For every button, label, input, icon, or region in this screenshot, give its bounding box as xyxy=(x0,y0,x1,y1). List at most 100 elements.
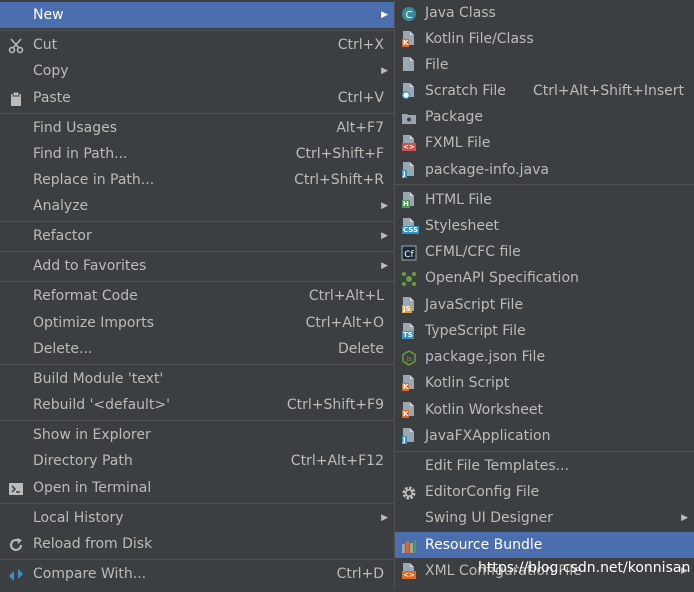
submenu-item-edit-file-templates[interactable]: Edit File Templates... xyxy=(395,453,694,479)
submenu-item-file[interactable]: File xyxy=(395,52,694,78)
menu-item-paste[interactable]: Paste Ctrl+V xyxy=(0,85,394,111)
menu-item-label: FXML File xyxy=(425,135,491,151)
menu-item-label: Swing UI Designer xyxy=(425,510,553,526)
submenu-arrow-icon: ▶ xyxy=(381,10,388,20)
menu-item-rebuild[interactable]: Rebuild '<default>' Ctrl+Shift+F9 xyxy=(0,392,394,418)
menu-item-label: JavaFXApplication xyxy=(425,428,551,444)
submenu-arrow-icon: ▶ xyxy=(381,66,388,76)
menu-item-build-module[interactable]: Build Module 'text' xyxy=(0,366,394,392)
menu-item-label: Reformat Code xyxy=(33,288,138,304)
shortcut-label: Ctrl+Alt+F12 xyxy=(290,453,384,469)
menu-item-label: Java Class xyxy=(425,5,496,21)
submenu-item-html-file[interactable]: H HTML File xyxy=(395,187,694,213)
shortcut-label: Ctrl+V xyxy=(337,90,384,106)
menu-item-label: TypeScript File xyxy=(425,323,526,339)
menu-item-compare-with[interactable]: Compare With... Ctrl+D xyxy=(0,561,394,587)
submenu-arrow-icon: ▶ xyxy=(381,201,388,211)
menu-item-label: Cut xyxy=(33,37,58,53)
separator xyxy=(395,451,694,452)
separator xyxy=(0,420,394,421)
package-info-icon: J xyxy=(401,162,417,178)
menu-item-label: Kotlin Script xyxy=(425,375,510,391)
menu-item-label: Stylesheet xyxy=(425,218,500,234)
submenu-item-swing-ui-designer[interactable]: Swing UI Designer ▶ xyxy=(395,505,694,531)
html-file-icon: H xyxy=(401,192,417,208)
menu-item-label: Kotlin File/Class xyxy=(425,31,534,47)
menu-item-label: EditorConfig File xyxy=(425,484,540,500)
kotlin-script-icon: K xyxy=(401,375,417,391)
cfml-file-icon: Cf xyxy=(401,244,417,261)
separator xyxy=(0,559,394,560)
menu-item-label: Kotlin Worksheet xyxy=(425,402,543,418)
menu-item-label: New xyxy=(33,7,64,23)
submenu-item-javafx-application[interactable]: J JavaFXApplication xyxy=(395,423,694,449)
submenu-arrow-icon: ▶ xyxy=(381,513,388,523)
menu-item-add-to-favorites[interactable]: Add to Favorites ▶ xyxy=(0,253,394,279)
menu-item-new[interactable]: New ▶ xyxy=(0,2,394,28)
menu-item-replace-in-path[interactable]: Replace in Path... Ctrl+Shift+R xyxy=(0,167,394,193)
submenu-item-fxml-file[interactable]: <> FXML File xyxy=(395,130,694,156)
javascript-file-icon: JS xyxy=(401,297,417,313)
menu-item-label: JavaScript File xyxy=(425,297,524,313)
submenu-item-typescript-file[interactable]: TS TypeScript File xyxy=(395,318,694,344)
menu-item-label: Directory Path xyxy=(33,453,133,469)
menu-item-reload-from-disk[interactable]: Reload from Disk xyxy=(0,531,394,557)
menu-item-label: Replace in Path... xyxy=(33,172,155,188)
reload-icon xyxy=(8,536,24,552)
submenu-item-scratch-file[interactable]: ● Scratch File Ctrl+Alt+Shift+Insert xyxy=(395,78,694,104)
menu-item-label: Scratch File xyxy=(425,83,506,99)
menu-item-open-in-terminal[interactable]: Open in Terminal xyxy=(0,475,394,501)
submenu-item-cfml-file[interactable]: Cf CFML/CFC file xyxy=(395,239,694,265)
submenu-item-kotlin-worksheet[interactable]: K Kotlin Worksheet xyxy=(395,397,694,423)
submenu-item-kotlin-script[interactable]: K Kotlin Script xyxy=(395,370,694,396)
shortcut-label: Delete xyxy=(338,341,384,357)
submenu-item-java-class[interactable]: C Java Class xyxy=(395,0,694,26)
submenu-item-openapi[interactable]: OpenAPI Specification xyxy=(395,265,694,291)
submenu-item-package[interactable]: Package xyxy=(395,104,694,130)
submenu-item-package-json[interactable]: js package.json File xyxy=(395,344,694,370)
scissors-icon xyxy=(8,37,24,54)
menu-item-label: package.json File xyxy=(425,349,546,365)
menu-item-label: Resource Bundle xyxy=(425,537,543,553)
separator xyxy=(0,221,394,222)
menu-item-local-history[interactable]: Local History ▶ xyxy=(0,505,394,531)
submenu-item-javascript-file[interactable]: JS JavaScript File xyxy=(395,292,694,318)
menu-item-directory-path[interactable]: Directory Path Ctrl+Alt+F12 xyxy=(0,448,394,474)
menu-item-label: HTML File xyxy=(425,192,492,208)
separator xyxy=(0,251,394,252)
resource-bundle-icon xyxy=(401,537,417,553)
menu-item-label: Package xyxy=(425,109,484,125)
svg-text:Cf: Cf xyxy=(404,250,414,260)
menu-item-find-usages[interactable]: Find Usages Alt+F7 xyxy=(0,115,394,141)
menu-item-optimize-imports[interactable]: Optimize Imports Ctrl+Alt+O xyxy=(0,310,394,336)
menu-item-label: Find in Path... xyxy=(33,146,128,162)
menu-item-show-in-explorer[interactable]: Show in Explorer xyxy=(0,422,394,448)
submenu-item-kotlin-file[interactable]: K Kotlin File/Class xyxy=(395,26,694,52)
submenu-item-stylesheet[interactable]: CSS Stylesheet xyxy=(395,213,694,239)
submenu-item-package-info[interactable]: J package-info.java xyxy=(395,157,694,183)
submenu-arrow-icon: ▶ xyxy=(681,513,688,523)
submenu-item-resource-bundle[interactable]: Resource Bundle xyxy=(395,532,694,558)
separator xyxy=(0,281,394,282)
menu-item-delete[interactable]: Delete... Delete xyxy=(0,336,394,362)
fxml-file-icon: <> xyxy=(401,135,417,151)
submenu-item-editorconfig-file[interactable]: EditorConfig File xyxy=(395,479,694,505)
menu-item-cut[interactable]: Cut Ctrl+X xyxy=(0,32,394,58)
kotlin-file-icon: K xyxy=(401,31,417,47)
menu-item-analyze[interactable]: Analyze ▶ xyxy=(0,193,394,219)
menu-item-find-in-path[interactable]: Find in Path... Ctrl+Shift+F xyxy=(0,141,394,167)
stylesheet-icon: CSS xyxy=(401,218,420,234)
menu-item-reformat-code[interactable]: Reformat Code Ctrl+Alt+L xyxy=(0,283,394,309)
kotlin-worksheet-icon: K xyxy=(401,402,417,418)
menu-item-refactor[interactable]: Refactor ▶ xyxy=(0,223,394,249)
menu-item-label: Edit File Templates... xyxy=(425,458,569,474)
menu-item-label: package-info.java xyxy=(425,162,549,178)
menu-item-label: Copy xyxy=(33,63,69,79)
menu-item-copy[interactable]: Copy ▶ xyxy=(0,58,394,84)
menu-item-label: Delete... xyxy=(33,341,93,357)
svg-text:C: C xyxy=(406,10,413,21)
menu-item-label: CFML/CFC file xyxy=(425,244,521,260)
shortcut-label: Ctrl+Alt+L xyxy=(308,288,384,304)
xml-file-icon: <> xyxy=(401,563,417,579)
terminal-icon xyxy=(8,480,24,496)
